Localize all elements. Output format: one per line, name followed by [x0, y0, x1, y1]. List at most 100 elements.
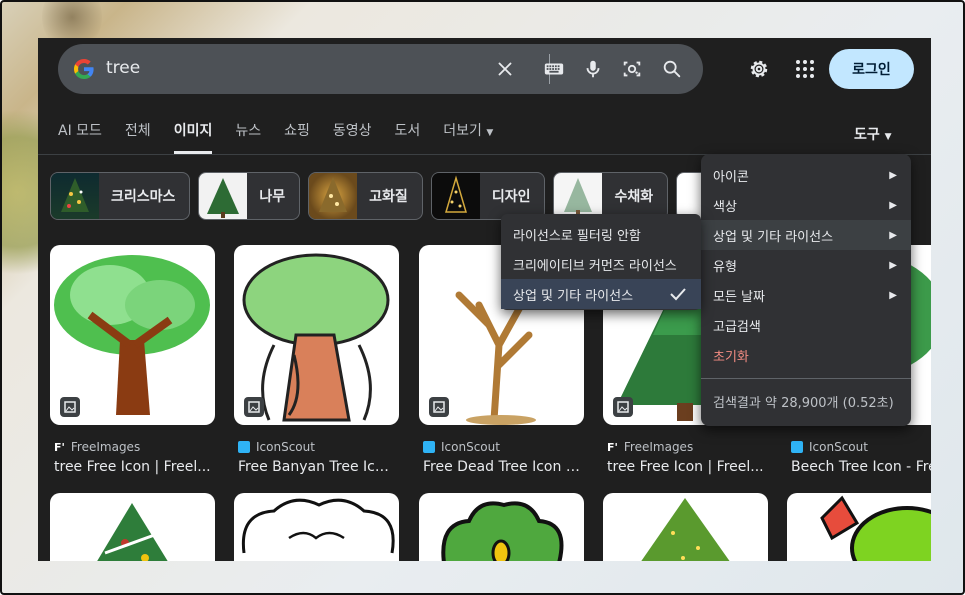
menu-item-label: 모든 날짜 — [713, 289, 765, 305]
submenu-item-no-filter[interactable]: 라이선스로 필터링 안함 — [501, 219, 701, 249]
menu-item-label: 색상 — [713, 199, 737, 215]
result-thumbnail[interactable] — [603, 493, 768, 561]
freeimages-logo-icon: F' — [607, 441, 618, 454]
result-title[interactable]: tree Free Icon | Freel... — [54, 459, 212, 475]
chevron-right-icon: ▶ — [889, 289, 897, 301]
menu-item-color[interactable]: 색상 ▶ — [701, 190, 911, 220]
result-thumbnail[interactable] — [50, 245, 215, 425]
search-tabs: AI 모드 전체 이미지 뉴스 쇼핑 동영상 도서 더보기 ▼ — [58, 120, 516, 154]
tab-more-label: 더보기 — [443, 123, 482, 139]
submenu-item-label: 상업 및 기타 라이선스 — [513, 288, 634, 304]
chip-label: 수채화 — [614, 189, 654, 205]
result-source: F' FreeImages — [607, 440, 693, 454]
search-bar[interactable]: tree — [58, 44, 703, 94]
image-type-icon — [244, 397, 264, 417]
chip-tree[interactable]: 나무 — [198, 172, 301, 220]
chip-thumbnail — [309, 173, 358, 219]
menu-item-label: 초기화 — [713, 349, 749, 365]
tab-images[interactable]: 이미지 — [173, 120, 213, 154]
result-thumbnail[interactable] — [787, 493, 931, 561]
tab-all[interactable]: 전체 — [125, 120, 151, 154]
iconscout-logo-icon — [791, 441, 803, 453]
screenshot-frame: tree 로그인 AI 모드 전체 이미지 뉴스 쇼핑 동영상 도서 더보기 ▼… — [0, 0, 965, 595]
submenu-item-label: 라이선스로 필터링 안함 — [513, 228, 641, 244]
result-card[interactable]: IconScout Free Banyan Tree Ico... — [234, 245, 399, 475]
menu-item-icons[interactable]: 아이콘 ▶ — [701, 160, 911, 190]
login-button[interactable]: 로그인 — [829, 49, 914, 89]
menu-item-label: 유형 — [713, 259, 737, 275]
watercolor-tree-image — [564, 178, 593, 216]
tools-label: 도구 — [854, 127, 880, 143]
license-submenu: 라이선스로 필터링 안함 크리에이티브 커먼즈 라이선스 상업 및 기타 라이선… — [501, 214, 701, 310]
gear-icon[interactable] — [747, 57, 771, 81]
result-thumbnail[interactable] — [234, 493, 399, 561]
submenu-item-label: 크리에이티브 커먼즈 라이선스 — [513, 258, 677, 274]
chevron-right-icon: ▶ — [889, 169, 897, 181]
chip-label: 나무 — [259, 189, 286, 205]
chip-watercolor[interactable]: 수채화 — [553, 172, 669, 220]
result-title[interactable]: tree Free Icon | Freel... — [607, 459, 765, 475]
tab-videos[interactable]: 동영상 — [333, 120, 372, 154]
search-input[interactable]: tree — [106, 58, 140, 78]
result-stats: 검색결과 약 28,900개 (0.52초) — [713, 395, 894, 411]
chip-thumbnail — [51, 173, 99, 219]
chevron-right-icon: ▶ — [889, 229, 897, 241]
result-source: IconScout — [238, 440, 315, 454]
chevron-down-icon: ▼ — [486, 128, 494, 138]
submenu-item-commercial[interactable]: 상업 및 기타 라이선스 — [501, 279, 701, 309]
menu-item-date[interactable]: 모든 날짜 ▶ — [701, 280, 911, 310]
round-tree-image — [441, 501, 564, 561]
pine-tree-image — [207, 178, 240, 218]
result-source: F' FreeImages — [54, 440, 140, 454]
keyboard-icon[interactable] — [543, 58, 565, 80]
source-name: FreeImages — [623, 440, 694, 454]
tab-ai-mode[interactable]: AI 모드 — [58, 120, 102, 154]
google-logo-icon — [74, 59, 94, 79]
menu-item-type[interactable]: 유형 ▶ — [701, 250, 911, 280]
decorated-tree-image — [641, 498, 730, 561]
result-title[interactable]: Free Dead Tree Icon -... — [423, 459, 581, 475]
menu-item-reset[interactable]: 초기화 — [701, 340, 911, 370]
clear-icon[interactable] — [494, 58, 516, 80]
submenu-item-creative-commons[interactable]: 크리에이티브 커먼즈 라이선스 — [501, 249, 701, 279]
result-thumbnail[interactable] — [234, 245, 399, 425]
microphone-icon[interactable] — [582, 58, 604, 80]
tools-menu: 아이콘 ▶ 색상 ▶ 상업 및 기타 라이선스 ▶ 유형 ▶ 모든 날짜 ▶ 고급검색 초… — [701, 154, 911, 426]
tab-news[interactable]: 뉴스 — [235, 120, 261, 154]
tab-more[interactable]: 더보기 ▼ — [443, 120, 493, 154]
tab-books[interactable]: 도서 — [395, 120, 421, 154]
iconscout-logo-icon — [423, 441, 435, 453]
source-name: IconScout — [256, 440, 315, 454]
menu-item-license[interactable]: 상업 및 기타 라이선스 ▶ — [701, 220, 911, 250]
search-icon[interactable] — [661, 58, 683, 80]
tab-shopping[interactable]: 쇼핑 — [284, 120, 310, 154]
christmas-tree-image — [61, 178, 89, 212]
image-type-icon — [60, 397, 80, 417]
result-thumbnail[interactable] — [50, 493, 215, 561]
browser-page: tree 로그인 AI 모드 전체 이미지 뉴스 쇼핑 동영상 도서 더보기 ▼… — [38, 38, 931, 561]
chevron-right-icon: ▶ — [889, 199, 897, 211]
checkmark-icon — [670, 288, 686, 301]
lens-camera-icon[interactable] — [621, 58, 643, 80]
result-title[interactable]: Free Banyan Tree Ico... — [238, 459, 396, 475]
result-card[interactable]: F' FreeImages tree Free Icon | Freel... — [50, 245, 215, 475]
result-source: IconScout — [791, 440, 868, 454]
chevron-down-icon: ▼ — [884, 132, 892, 142]
result-thumbnail[interactable] — [419, 493, 584, 561]
iconscout-logo-icon — [238, 441, 250, 453]
chip-thumbnail — [431, 173, 480, 219]
source-name: IconScout — [809, 440, 868, 454]
result-title[interactable]: Beech Tree Icon - Fre — [791, 459, 931, 475]
divider — [701, 378, 911, 379]
light-tree-image — [444, 175, 467, 213]
apps-grid-icon[interactable] — [793, 57, 817, 81]
chip-christmas[interactable]: 크리스마스 — [50, 172, 191, 220]
chip-thumbnail — [554, 173, 603, 219]
source-name: IconScout — [441, 440, 500, 454]
menu-item-advanced-search[interactable]: 고급검색 — [701, 310, 911, 340]
chip-design[interactable]: 디자인 — [430, 172, 546, 220]
chip-thumbnail — [199, 173, 248, 219]
tools-button[interactable]: 도구 ▼ — [854, 124, 892, 144]
refinement-chips: 크리스마스 나무 고화질 디자인 수채화 — [50, 172, 717, 220]
chip-high-quality[interactable]: 고화질 — [308, 172, 423, 220]
